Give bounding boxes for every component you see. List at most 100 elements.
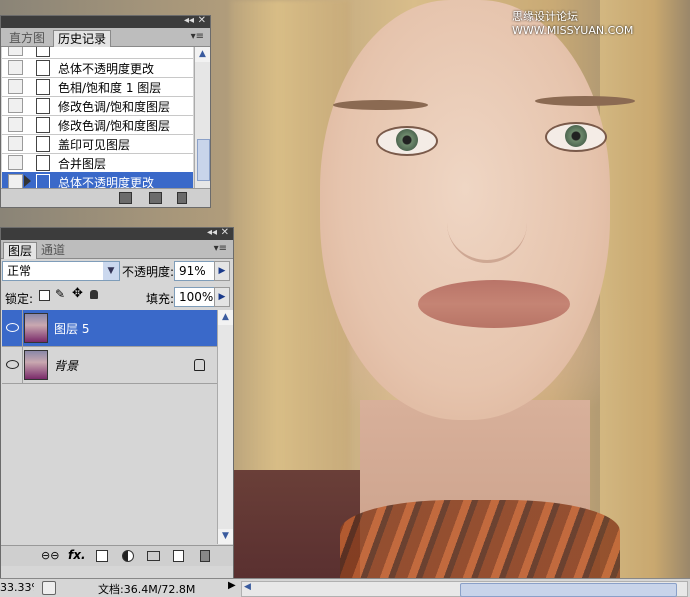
current-state-marker-icon <box>24 175 31 187</box>
history-item-label: 盖印可见图层 <box>58 138 131 152</box>
add-mask-icon[interactable] <box>96 550 108 562</box>
document-icon <box>36 136 50 152</box>
document-icon <box>36 155 50 171</box>
scroll-up-icon[interactable]: ▲ <box>218 310 233 325</box>
zoom-level[interactable]: 33.33% <box>0 581 34 594</box>
document-size-info: 文档:36.4M/72.8M <box>98 583 196 596</box>
opacity-label: 不透明度: <box>122 265 175 279</box>
fx-icon[interactable]: fx. <box>68 548 86 562</box>
history-source-checkbox[interactable] <box>8 155 23 170</box>
trash-icon[interactable] <box>200 550 210 562</box>
watermark: 思缘设计论坛 WWW.MISSYUAN.COM <box>512 10 634 37</box>
right-eye <box>545 122 607 152</box>
document-icon <box>36 117 50 133</box>
lock-icon <box>194 359 205 371</box>
history-item[interactable]: 色相/饱和度 1 图层 <box>2 77 193 97</box>
layer-row-selected[interactable]: 图层 5 <box>2 310 217 347</box>
history-panel-titlebar: ◂◂ ✕ <box>1 15 210 28</box>
tab-history[interactable]: 历史记录 <box>53 30 112 47</box>
lock-transparent-pixels-icon[interactable] <box>39 290 50 301</box>
history-item-label: 合并图层 <box>58 157 107 171</box>
history-panel: ◂◂ ✕ 直方图 历史记录 ▾≡ 总体不透明度更改 色相/饱和度 1 图层 修改… <box>0 15 211 208</box>
layers-panel: ◂◂ ✕ 图层 通道 ▾≡ 正常 ▼ 不透明度: 91% ▶ 锁定: ✎ ✥ 填… <box>0 227 234 592</box>
history-source-checkbox[interactable] <box>8 60 23 75</box>
fill-slider-arrow-icon[interactable]: ▶ <box>214 287 230 307</box>
document-icon <box>36 98 50 114</box>
folder-icon[interactable] <box>147 551 160 561</box>
close-icon[interactable]: ✕ <box>198 15 206 26</box>
layers-scrollbar[interactable]: ▲ ▼ <box>217 310 233 544</box>
document-icon <box>36 79 50 95</box>
history-source-checkbox[interactable] <box>8 47 23 56</box>
history-list: 总体不透明度更改 色相/饱和度 1 图层 修改色调/饱和度图层 修改色调/饱和度… <box>2 47 193 203</box>
history-scrollbar[interactable]: ▲ ▼ <box>194 47 210 203</box>
scroll-left-icon[interactable]: ◀ <box>244 582 251 592</box>
history-scroll-thumb[interactable] <box>197 139 210 181</box>
document-icon <box>36 47 50 57</box>
layer-name: 图层 5 <box>54 322 90 336</box>
blend-mode-value: 正常 <box>7 264 32 278</box>
layer-name: 背景 <box>54 359 79 373</box>
adjustment-layer-icon[interactable] <box>122 550 134 562</box>
status-menu-arrow-icon[interactable]: ▶ <box>228 580 236 591</box>
layer-thumbnail <box>24 313 48 343</box>
history-source-checkbox[interactable] <box>8 136 23 151</box>
lock-position-icon[interactable]: ✥ <box>72 286 83 301</box>
blend-mode-select[interactable]: 正常 ▼ <box>2 261 120 281</box>
lock-all-icon[interactable] <box>90 290 98 299</box>
history-footer <box>1 188 210 207</box>
history-item-label: 总体不透明度更改 <box>58 62 155 76</box>
layer-row[interactable]: 背景 <box>2 347 217 384</box>
lock-image-pixels-icon[interactable]: ✎ <box>55 287 65 301</box>
tab-channels[interactable]: 通道 <box>37 242 69 258</box>
history-item-label: 修改色调/饱和度图层 <box>58 100 171 114</box>
scroll-up-icon[interactable]: ▲ <box>195 47 210 62</box>
panel-menu-icon[interactable]: ▾≡ <box>191 31 204 42</box>
history-item-label: 色相/饱和度 1 图层 <box>58 81 162 95</box>
eye-icon <box>6 323 19 332</box>
visibility-toggle[interactable] <box>2 347 23 383</box>
lock-label: 锁定: <box>5 292 34 306</box>
panel-menu-icon[interactable]: ▾≡ <box>214 243 227 254</box>
history-item[interactable]: 总体不透明度更改 <box>2 58 193 78</box>
history-item[interactable]: 修改色调/饱和度图层 <box>2 96 193 116</box>
opacity-input[interactable]: 91% <box>174 261 216 281</box>
eye-icon <box>6 360 19 369</box>
history-item[interactable]: 合并图层 <box>2 153 193 173</box>
history-item[interactable]: 盖印可见图层 <box>2 134 193 154</box>
close-icon[interactable]: ✕ <box>221 227 229 238</box>
visibility-toggle[interactable] <box>2 310 23 346</box>
tab-histogram[interactable]: 直方图 <box>5 30 49 46</box>
scroll-down-icon[interactable]: ▼ <box>218 529 233 544</box>
layers-tabs: 图层 通道 ▾≡ <box>1 240 233 259</box>
link-layers-icon[interactable]: ⊖⊖ <box>41 549 59 562</box>
hair-right <box>600 0 690 578</box>
trash-icon[interactable] <box>177 192 187 204</box>
lock-row: 锁定: ✎ ✥ 填充: 100% ▶ <box>1 286 233 310</box>
chevron-down-icon[interactable]: ▼ <box>103 262 119 280</box>
collapse-icon[interactable]: ◂◂ <box>184 15 194 26</box>
left-eyebrow <box>333 100 428 110</box>
history-source-checkbox[interactable] <box>8 117 23 132</box>
nose <box>447 170 527 263</box>
history-source-checkbox[interactable] <box>8 79 23 94</box>
new-layer-icon[interactable] <box>173 550 184 562</box>
history-source-checkbox[interactable] <box>8 174 23 189</box>
tab-layers[interactable]: 图层 <box>3 242 38 259</box>
horizontal-scroll-thumb[interactable] <box>460 583 677 597</box>
layer-options-row: 正常 ▼ 不透明度: 91% ▶ <box>1 260 233 288</box>
opacity-slider-arrow-icon[interactable]: ▶ <box>214 261 230 281</box>
new-document-from-state-icon[interactable] <box>119 192 132 204</box>
layers-footer: ⊖⊖ fx. <box>1 545 233 566</box>
status-bar: 33.33% 文档:36.4M/72.8M ▶ ◀ <box>0 578 690 597</box>
horizontal-scrollbar[interactable]: ◀ <box>241 581 688 597</box>
zoom-preview-icon[interactable] <box>42 581 56 595</box>
fill-input[interactable]: 100% <box>174 287 216 307</box>
collapse-icon[interactable]: ◂◂ <box>207 227 217 238</box>
layer-thumbnail <box>24 350 48 380</box>
history-item[interactable]: 修改色调/饱和度图层 <box>2 115 193 135</box>
left-eye <box>376 126 438 156</box>
new-snapshot-icon[interactable] <box>149 192 162 204</box>
history-source-checkbox[interactable] <box>8 98 23 113</box>
history-tabs: 直方图 历史记录 ▾≡ <box>1 28 210 47</box>
